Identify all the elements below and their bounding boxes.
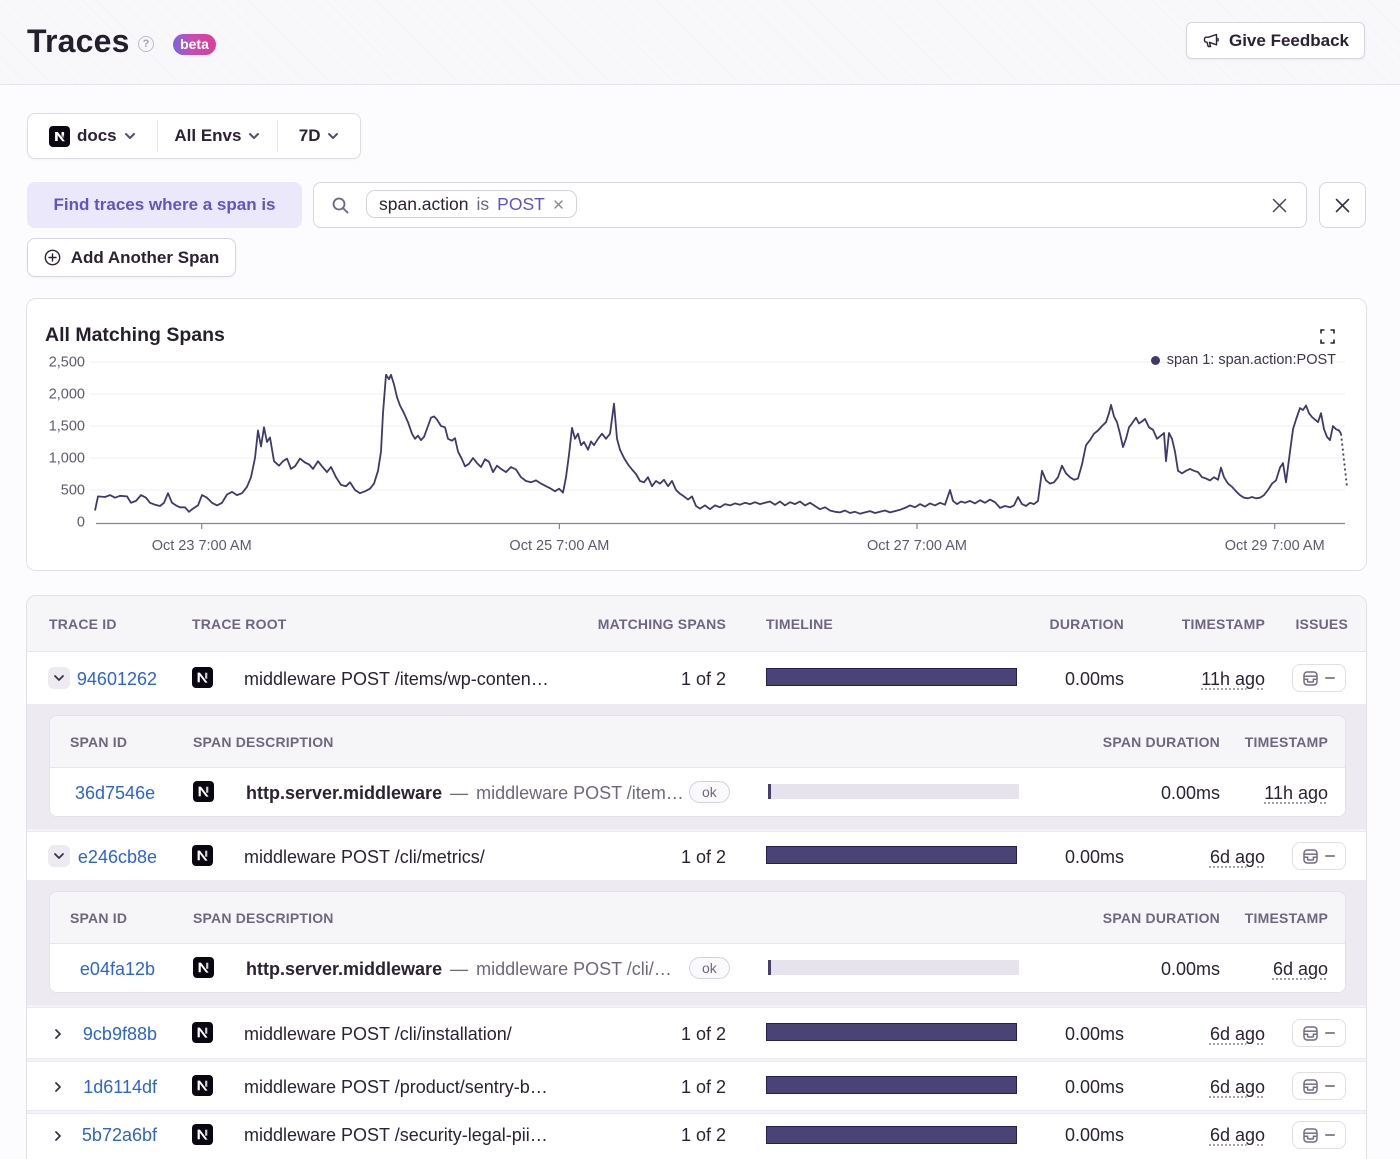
svg-text:Oct 23 7:00 AM: Oct 23 7:00 AM — [152, 538, 252, 554]
svg-text:0: 0 — [77, 515, 85, 531]
svg-text:Oct 29 7:00 AM: Oct 29 7:00 AM — [1225, 538, 1325, 554]
svg-text:2,000: 2,000 — [49, 387, 85, 403]
svg-text:Oct 25 7:00 AM: Oct 25 7:00 AM — [509, 538, 609, 554]
svg-text:2,500: 2,500 — [49, 355, 85, 371]
svg-text:Oct 27 7:00 AM: Oct 27 7:00 AM — [867, 538, 967, 554]
svg-text:500: 500 — [61, 483, 85, 499]
svg-text:1,500: 1,500 — [49, 419, 85, 435]
svg-text:1,000: 1,000 — [49, 451, 85, 467]
